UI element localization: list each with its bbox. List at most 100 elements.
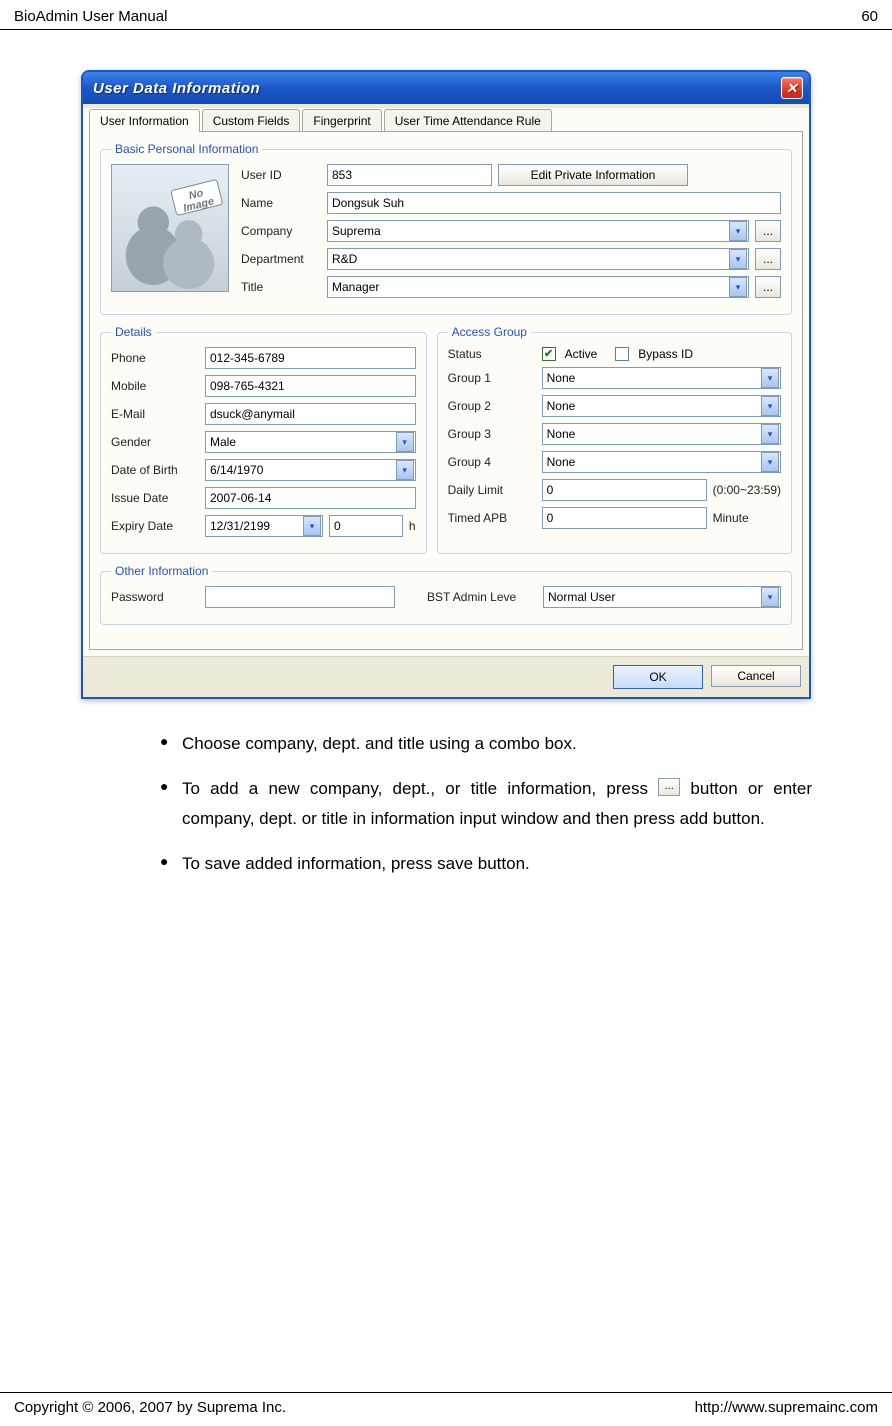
- label-department: Department: [241, 252, 321, 266]
- chevron-down-icon[interactable]: ▾: [761, 587, 779, 607]
- user-id-input[interactable]: [327, 164, 492, 186]
- active-checkbox[interactable]: ✔: [542, 347, 556, 361]
- email-input[interactable]: [205, 403, 416, 425]
- page-footer: Copyright © 2006, 2007 by Suprema Inc. h…: [0, 1392, 892, 1426]
- timed-apb-unit: Minute: [713, 511, 749, 525]
- phone-input[interactable]: [205, 347, 416, 369]
- label-user-id: User ID: [241, 168, 321, 182]
- group-access-group: Access Group Status ✔ Active ✔ Bypass ID…: [437, 325, 792, 554]
- department-combo[interactable]: R&D ▾: [327, 248, 749, 270]
- tab-fingerprint[interactable]: Fingerprint: [302, 109, 381, 132]
- cancel-button[interactable]: Cancel: [711, 665, 801, 687]
- group-legend-basic: Basic Personal Information: [111, 142, 262, 156]
- user-photo-placeholder[interactable]: No Image: [111, 164, 229, 292]
- title-ellipsis-button[interactable]: ...: [755, 276, 781, 298]
- label-group4: Group 4: [448, 455, 536, 469]
- expiry-datepicker[interactable]: 12/31/2199 ▾: [205, 515, 323, 537]
- label-gender: Gender: [111, 435, 199, 449]
- dob-value: 6/14/1970: [210, 463, 263, 477]
- label-title: Title: [241, 280, 321, 294]
- chevron-down-icon[interactable]: ▾: [396, 432, 414, 452]
- group4-combo[interactable]: None ▾: [542, 451, 781, 473]
- label-status: Status: [448, 347, 536, 361]
- dialog-titlebar: User Data Information ✕: [83, 72, 809, 104]
- instruction-item: To save added information, press save bu…: [160, 849, 812, 880]
- chevron-down-icon[interactable]: ▾: [396, 460, 414, 480]
- label-issue-date: Issue Date: [111, 491, 199, 505]
- instruction-item: Choose company, dept. and title using a …: [160, 729, 812, 760]
- group2-combo[interactable]: None ▾: [542, 395, 781, 417]
- label-expiry-date: Expiry Date: [111, 519, 199, 533]
- group4-value: None: [547, 455, 576, 469]
- label-name: Name: [241, 196, 321, 210]
- dialog-button-row: OK Cancel: [83, 656, 809, 697]
- company-value: Suprema: [332, 224, 381, 238]
- group3-value: None: [547, 427, 576, 441]
- group-other-information: Other Information Password BST Admin Lev…: [100, 564, 792, 625]
- label-timed-apb: Timed APB: [448, 511, 536, 525]
- dob-datepicker[interactable]: 6/14/1970 ▾: [205, 459, 416, 481]
- chevron-down-icon[interactable]: ▾: [761, 424, 779, 444]
- expiry-unit-label: h: [409, 519, 416, 533]
- user-data-dialog: User Data Information ✕ User Information…: [81, 70, 811, 699]
- bst-admin-level-value: Normal User: [548, 590, 615, 604]
- chevron-down-icon[interactable]: ▾: [761, 452, 779, 472]
- chevron-down-icon[interactable]: ▾: [729, 277, 747, 297]
- label-group2: Group 2: [448, 399, 536, 413]
- group3-combo[interactable]: None ▾: [542, 423, 781, 445]
- copyright-text: Copyright © 2006, 2007 by Suprema Inc.: [14, 1399, 286, 1416]
- group-legend-access: Access Group: [448, 325, 531, 339]
- instruction-item: To add a new company, dept., or title in…: [160, 774, 812, 835]
- mobile-input[interactable]: [205, 375, 416, 397]
- page-number: 60: [861, 8, 878, 25]
- group1-combo[interactable]: None▾: [542, 367, 781, 389]
- edit-private-information-button[interactable]: Edit Private Information: [498, 164, 688, 186]
- close-button[interactable]: ✕: [781, 77, 803, 99]
- tab-user-information[interactable]: User Information: [89, 109, 200, 132]
- chevron-down-icon[interactable]: ▾: [761, 396, 779, 416]
- gender-combo[interactable]: Male ▾: [205, 431, 416, 453]
- company-ellipsis-button[interactable]: ...: [755, 220, 781, 242]
- ellipsis-icon: ...: [658, 778, 680, 796]
- footer-url: http://www.supremainc.com: [695, 1399, 878, 1416]
- bst-admin-level-combo[interactable]: Normal User ▾: [543, 586, 781, 608]
- doc-title: BioAdmin User Manual: [14, 8, 167, 25]
- active-checkbox-label: Active: [565, 347, 598, 361]
- gender-value: Male: [210, 435, 236, 449]
- label-company: Company: [241, 224, 321, 238]
- label-group1: Group 1: [448, 371, 536, 385]
- chevron-down-icon[interactable]: ▾: [761, 368, 779, 388]
- label-mobile: Mobile: [111, 379, 199, 393]
- dialog-title: User Data Information: [93, 80, 260, 97]
- title-combo[interactable]: Manager ▾: [327, 276, 749, 298]
- tabs: User Information Custom Fields Fingerpri…: [89, 109, 803, 132]
- department-value: R&D: [332, 252, 357, 266]
- chevron-down-icon[interactable]: ▾: [729, 249, 747, 269]
- title-value: Manager: [332, 280, 379, 294]
- company-combo[interactable]: Suprema ▾: [327, 220, 749, 242]
- department-ellipsis-button[interactable]: ...: [755, 248, 781, 270]
- daily-limit-input[interactable]: [542, 479, 707, 501]
- expiry-value: 12/31/2199: [210, 519, 270, 533]
- expiry-hours-input[interactable]: [329, 515, 403, 537]
- name-input[interactable]: [327, 192, 781, 214]
- chevron-down-icon[interactable]: ▾: [303, 516, 321, 536]
- bypass-id-checkbox[interactable]: ✔: [615, 347, 629, 361]
- bypass-id-checkbox-label: Bypass ID: [638, 347, 693, 361]
- label-bst-admin-level: BST Admin Leve: [427, 590, 537, 604]
- password-input[interactable]: [205, 586, 395, 608]
- group-details: Details Phone Mobile E-Mail Gender Male▾…: [100, 325, 427, 554]
- label-password: Password: [111, 590, 199, 604]
- label-group3: Group 3: [448, 427, 536, 441]
- group2-value: None: [547, 399, 576, 413]
- instruction-text: To add a new company, dept., or title in…: [182, 779, 658, 798]
- ok-button[interactable]: OK: [613, 665, 703, 689]
- tab-custom-fields[interactable]: Custom Fields: [202, 109, 301, 132]
- tab-user-time-attendance-rule[interactable]: User Time Attendance Rule: [384, 109, 552, 132]
- chevron-down-icon[interactable]: ▾: [729, 221, 747, 241]
- issue-date-input[interactable]: [205, 487, 416, 509]
- group-basic-personal-information: Basic Personal Information: [100, 142, 792, 315]
- timed-apb-input[interactable]: [542, 507, 707, 529]
- page-header: BioAdmin User Manual 60: [0, 0, 892, 30]
- instruction-list: Choose company, dept. and title using a …: [120, 729, 812, 879]
